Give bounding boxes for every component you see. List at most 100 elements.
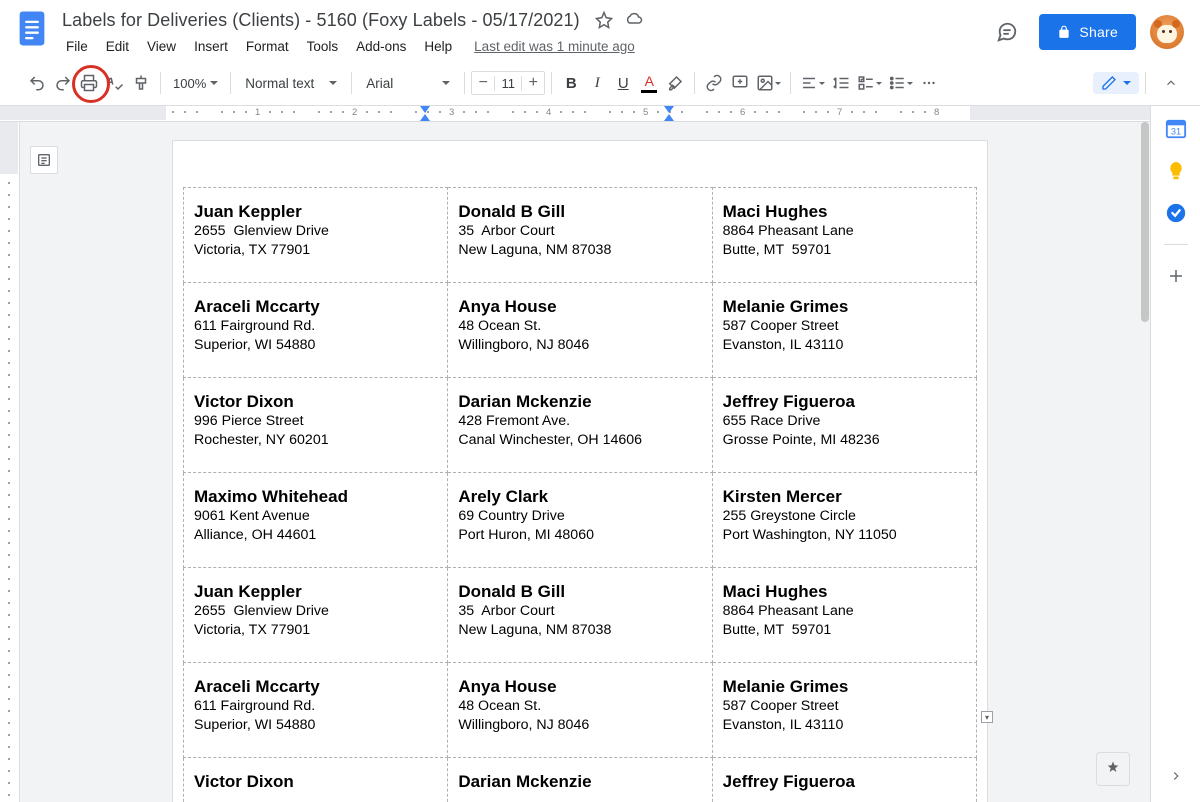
hide-menus-button[interactable]: [1160, 72, 1182, 94]
label-cell[interactable]: Victor Dixon996 Pierce StreetRochester, …: [184, 378, 448, 473]
add-on-plus-button[interactable]: [1165, 265, 1187, 287]
editing-mode-button[interactable]: [1093, 72, 1139, 94]
table-row: Victor DixonDarian MckenzieJeffrey Figue…: [184, 758, 977, 802]
label-cell[interactable]: Melanie Grimes587 Cooper StreetEvanston,…: [712, 663, 976, 758]
label-address: 255 Greystone Circle: [723, 507, 966, 525]
horizontal-ruler[interactable]: 12345678: [0, 106, 1150, 122]
caret-down-icon: [210, 81, 218, 85]
margin-marker-right[interactable]: [664, 106, 674, 113]
docs-logo[interactable]: [12, 6, 52, 54]
undo-button[interactable]: [24, 70, 50, 96]
align-button[interactable]: [797, 70, 828, 96]
more-button[interactable]: [916, 70, 942, 96]
labels-table[interactable]: Juan Keppler2655 Glenview DriveVictoria,…: [183, 187, 977, 802]
keep-app-icon[interactable]: [1165, 160, 1187, 182]
insert-link-button[interactable]: [701, 70, 727, 96]
cloud-saved-icon[interactable]: [624, 10, 644, 30]
text-color-button[interactable]: A: [636, 70, 662, 96]
label-cell[interactable]: Araceli Mccarty611 Fairground Rd.Superio…: [184, 663, 448, 758]
label-cell[interactable]: Anya House48 Ocean St.Willingboro, NJ 80…: [448, 283, 712, 378]
text-color-letter: A: [645, 73, 654, 89]
share-button[interactable]: Share: [1039, 14, 1136, 50]
insert-image-button[interactable]: [753, 70, 784, 96]
document-scroll-viewport[interactable]: ▾ Juan Keppler2655 Glenview DriveVictori…: [20, 122, 1140, 802]
table-row: Victor Dixon996 Pierce StreetRochester, …: [184, 378, 977, 473]
print-button[interactable]: [76, 70, 102, 96]
menu-help[interactable]: Help: [416, 36, 460, 57]
font-size-decrease[interactable]: −: [472, 72, 494, 94]
caret-down-icon: [1123, 81, 1131, 85]
label-cell[interactable]: Anya House48 Ocean St.Willingboro, NJ 80…: [448, 663, 712, 758]
indent-marker-left[interactable]: [420, 114, 430, 121]
menu-insert[interactable]: Insert: [186, 36, 236, 57]
spellcheck-button[interactable]: [102, 70, 128, 96]
font-size-stepper: − 11 +: [471, 71, 545, 95]
menu-file[interactable]: File: [58, 36, 96, 57]
indent-marker-right[interactable]: [664, 114, 674, 121]
label-address: 611 Fairground Rd.: [194, 697, 437, 715]
table-row: Juan Keppler2655 Glenview DriveVictoria,…: [184, 568, 977, 663]
paragraph-styles-dropdown[interactable]: Normal text: [237, 76, 345, 91]
last-edit-link[interactable]: Last edit was 1 minute ago: [474, 39, 635, 54]
styles-value: Normal text: [245, 76, 314, 91]
label-cell[interactable]: Araceli Mccarty611 Fairground Rd.Superio…: [184, 283, 448, 378]
label-cell[interactable]: Darian Mckenzie: [448, 758, 712, 802]
label-cell[interactable]: Juan Keppler2655 Glenview DriveVictoria,…: [184, 188, 448, 283]
menu-view[interactable]: View: [139, 36, 184, 57]
italic-button[interactable]: I: [584, 70, 610, 96]
comments-button[interactable]: [989, 14, 1025, 50]
toolbar-divider: [351, 72, 352, 94]
checklist-button[interactable]: [854, 70, 885, 96]
side-panel-divider: [1164, 244, 1188, 245]
star-icon[interactable]: [594, 10, 614, 30]
line-spacing-button[interactable]: [828, 70, 854, 96]
label-city: Willingboro, NJ 8046: [458, 716, 701, 734]
label-city: Evanston, IL 43110: [723, 336, 966, 354]
table-column-handle[interactable]: ▾: [981, 711, 993, 723]
menu-edit[interactable]: Edit: [98, 36, 137, 57]
label-cell[interactable]: Donald B Gill35 Arbor CourtNew Laguna, N…: [448, 188, 712, 283]
bold-button[interactable]: B: [558, 70, 584, 96]
vertical-ruler[interactable]: [0, 122, 20, 802]
explore-button[interactable]: [1096, 752, 1130, 786]
label-address: 48 Ocean St.: [458, 317, 701, 335]
bulleted-list-button[interactable]: [885, 70, 916, 96]
menu-format[interactable]: Format: [238, 36, 297, 57]
label-cell[interactable]: Darian Mckenzie428 Fremont Ave.Canal Win…: [448, 378, 712, 473]
document-page[interactable]: ▾ Juan Keppler2655 Glenview DriveVictori…: [172, 140, 988, 802]
underline-button[interactable]: U: [610, 70, 636, 96]
vertical-scrollbar[interactable]: [1140, 122, 1150, 802]
menu-addons[interactable]: Add-ons: [348, 36, 414, 57]
redo-button[interactable]: [50, 70, 76, 96]
font-size-value[interactable]: 11: [494, 76, 522, 91]
scrollbar-thumb[interactable]: [1141, 122, 1149, 322]
label-cell[interactable]: Donald B Gill35 Arbor CourtNew Laguna, N…: [448, 568, 712, 663]
label-cell[interactable]: Jeffrey Figueroa655 Race DriveGrosse Poi…: [712, 378, 976, 473]
label-address: 48 Ocean St.: [458, 697, 701, 715]
label-cell[interactable]: Victor Dixon: [184, 758, 448, 802]
font-family-dropdown[interactable]: Arial: [358, 76, 458, 91]
label-cell[interactable]: Maci Hughes8864 Pheasant LaneButte, MT 5…: [712, 568, 976, 663]
label-cell[interactable]: Arely Clark69 Country DrivePort Huron, M…: [448, 473, 712, 568]
font-size-increase[interactable]: +: [522, 72, 544, 94]
indent-marker-first-line[interactable]: [420, 106, 430, 113]
label-address: 587 Cooper Street: [723, 317, 966, 335]
calendar-app-icon[interactable]: 31: [1165, 118, 1187, 140]
side-panel-collapse-button[interactable]: [1164, 764, 1188, 788]
label-cell[interactable]: Kirsten Mercer255 Greystone CirclePort W…: [712, 473, 976, 568]
label-cell[interactable]: Melanie Grimes587 Cooper StreetEvanston,…: [712, 283, 976, 378]
label-cell[interactable]: Maci Hughes8864 Pheasant LaneButte, MT 5…: [712, 188, 976, 283]
paint-format-button[interactable]: [128, 70, 154, 96]
account-avatar[interactable]: [1150, 15, 1184, 49]
label-name: Donald B Gill: [458, 202, 701, 222]
tasks-app-icon[interactable]: [1165, 202, 1187, 224]
label-cell[interactable]: Juan Keppler2655 Glenview DriveVictoria,…: [184, 568, 448, 663]
add-comment-button[interactable]: [727, 70, 753, 96]
label-cell[interactable]: Maximo Whitehead9061 Kent AvenueAlliance…: [184, 473, 448, 568]
zoom-dropdown[interactable]: 100%: [167, 76, 224, 91]
label-name: Anya House: [458, 297, 701, 317]
label-cell[interactable]: Jeffrey Figueroa: [712, 758, 976, 802]
highlight-color-button[interactable]: [662, 70, 688, 96]
menu-tools[interactable]: Tools: [299, 36, 347, 57]
document-title[interactable]: Labels for Deliveries (Clients) - 5160 (…: [58, 8, 584, 33]
